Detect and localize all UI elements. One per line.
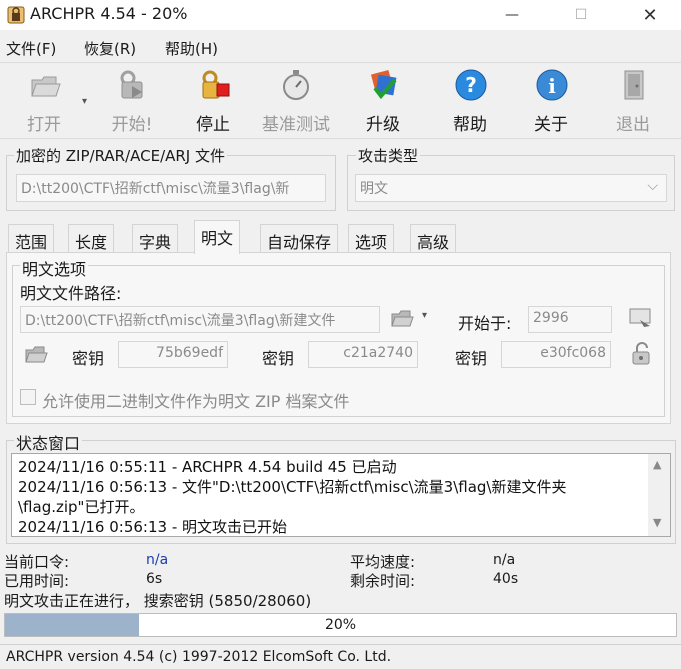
elapsed-value: 6s <box>146 571 163 587</box>
scroll-up-icon[interactable]: ▲ <box>653 458 661 471</box>
start-at-label: 开始于: <box>458 314 512 333</box>
attack-type-title: 攻击类型 <box>356 145 421 166</box>
toolbar-bottom-separator <box>0 138 681 139</box>
binary-plaintext-label: 允许使用二进制文件作为明文 ZIP 档案文件 <box>42 392 350 411</box>
tab-options[interactable]: 选项 <box>348 224 395 252</box>
browse-dropdown-arrow-icon[interactable]: ▾ <box>422 310 427 321</box>
stop-icon <box>202 70 230 99</box>
minimize-button[interactable]: — <box>489 0 535 30</box>
stop-label: 停止 <box>196 115 230 135</box>
remaining-value: 40s <box>493 571 519 587</box>
progress-label: 20% <box>324 617 357 633</box>
exit-icon <box>624 70 644 100</box>
about-label: 关于 <box>534 115 568 135</box>
key2-field[interactable]: c21a2740 <box>308 341 418 368</box>
title-bar: ARCHPR 4.54 - 20% — ☐ ✕ <box>0 0 681 30</box>
menu-file[interactable]: 文件(F) <box>6 38 56 59</box>
attack-type-value: 明文 <box>360 181 388 197</box>
attack-progress-text: 明文攻击正在进行， 搜索密钥 (5850/28060) <box>4 592 312 610</box>
chevron-down-icon: ⌵ <box>647 178 658 194</box>
close-button[interactable]: ✕ <box>627 0 673 30</box>
tab-dictionary[interactable]: 字典 <box>132 224 179 252</box>
about-button[interactable]: i 关于 <box>521 66 581 136</box>
tab-length[interactable]: 长度 <box>68 224 115 252</box>
exit-button[interactable]: 退出 <box>603 66 663 136</box>
stop-button[interactable]: 停止 <box>183 66 243 136</box>
start-button[interactable]: 开始! <box>102 66 162 136</box>
svg-text:?: ? <box>465 73 477 97</box>
start-at-field[interactable]: 2996 <box>528 306 612 333</box>
progress-bar: 20% <box>4 613 677 637</box>
upgrade-label: 升级 <box>366 115 400 135</box>
current-password-label: 当前口令: <box>4 553 70 571</box>
attack-type-select[interactable]: 明文 ⌵ <box>355 174 667 202</box>
elapsed-label: 已用时间: <box>4 572 70 590</box>
tab-autosave[interactable]: 自动保存 <box>260 224 339 252</box>
open-icon <box>31 76 61 97</box>
window-title: ARCHPR 4.54 - 20% <box>30 4 188 23</box>
maximize-icon: ☐ <box>574 7 588 23</box>
tab-plaintext[interactable]: 明文 <box>194 220 241 254</box>
key-folder-icon[interactable] <box>24 343 48 365</box>
locate-offset-icon[interactable] <box>628 306 654 330</box>
menu-help[interactable]: 帮助(H) <box>165 38 218 59</box>
benchmark-button[interactable]: 基准测试 <box>253 66 339 136</box>
log-line: \flag.zip"已打开。 <box>18 498 145 516</box>
key2-label: 密钥 <box>262 349 295 368</box>
key3-label: 密钥 <box>455 349 488 368</box>
benchmark-label: 基准测试 <box>262 115 330 135</box>
log-line: 2024/11/16 0:56:13 - 文件"D:\tt200\CTF\招新c… <box>18 478 567 496</box>
remaining-label: 剩余时间: <box>350 572 416 590</box>
plaintext-path-field[interactable]: D:\tt200\CTF\招新ctf\misc\流量3\flag\新建文件 <box>20 306 380 333</box>
start-icon <box>120 70 143 99</box>
maximize-button[interactable]: ☐ <box>558 0 604 30</box>
open-dropdown-arrow-icon[interactable]: ▾ <box>82 96 87 107</box>
start-label: 开始! <box>111 115 153 135</box>
benchmark-icon <box>283 70 309 100</box>
help-icon: ? <box>455 69 487 101</box>
unlock-icon[interactable] <box>628 341 654 367</box>
tab-advanced[interactable]: 高级 <box>410 224 457 252</box>
current-password-value: n/a <box>146 552 169 568</box>
log-scrollbar[interactable]: ▲ ▼ <box>648 454 670 536</box>
status-bar: ARCHPR version 4.54 (c) 1997-2012 ElcomS… <box>0 644 681 669</box>
status-window-title: 状态窗口 <box>14 430 83 454</box>
key1-label: 密钥 <box>72 349 105 368</box>
scroll-down-icon[interactable]: ▼ <box>653 516 661 529</box>
help-label: 帮助 <box>453 115 487 135</box>
exit-label: 退出 <box>616 115 650 135</box>
plaintext-path-label: 明文文件路径: <box>20 284 122 303</box>
menu-recover[interactable]: 恢复(R) <box>84 38 136 59</box>
status-log[interactable]: 2024/11/16 0:55:11 - ARCHPR 4.54 build 4… <box>11 453 671 537</box>
minimize-icon: — <box>505 7 519 23</box>
open-button[interactable]: 打开 <box>14 66 74 136</box>
key3-field[interactable]: e30fc068 <box>501 341 611 368</box>
plaintext-options-title: 明文选项 <box>20 256 89 280</box>
encrypted-file-path-field[interactable]: D:\tt200\CTF\招新ctf\misc\流量3\flag\新 <box>16 174 326 202</box>
log-line: 2024/11/16 0:55:11 - ARCHPR 4.54 build 4… <box>18 458 397 476</box>
upgrade-button[interactable]: 升级 <box>353 66 413 136</box>
binary-plaintext-checkbox[interactable] <box>20 389 36 405</box>
open-label: 打开 <box>27 115 61 135</box>
avg-speed-value: n/a <box>493 552 516 568</box>
app-logo-icon <box>7 6 25 24</box>
toolbar-separator <box>0 62 681 63</box>
avg-speed-label: 平均速度: <box>350 553 416 571</box>
browse-folder-icon[interactable] <box>390 306 414 330</box>
version-text: ARCHPR version 4.54 (c) 1997-2012 ElcomS… <box>6 649 392 665</box>
log-line: 2024/11/16 0:56:13 - 明文攻击已开始 <box>18 518 287 536</box>
help-button[interactable]: ? 帮助 <box>440 66 500 136</box>
svg-text:i: i <box>548 74 556 98</box>
encrypted-file-title: 加密的 ZIP/RAR/ACE/ARJ 文件 <box>14 145 227 166</box>
close-icon: ✕ <box>642 4 658 26</box>
tab-range[interactable]: 范围 <box>8 224 55 252</box>
about-icon: i <box>536 69 568 101</box>
upgrade-icon <box>370 69 397 100</box>
key1-field[interactable]: 75b69edf <box>118 341 228 368</box>
